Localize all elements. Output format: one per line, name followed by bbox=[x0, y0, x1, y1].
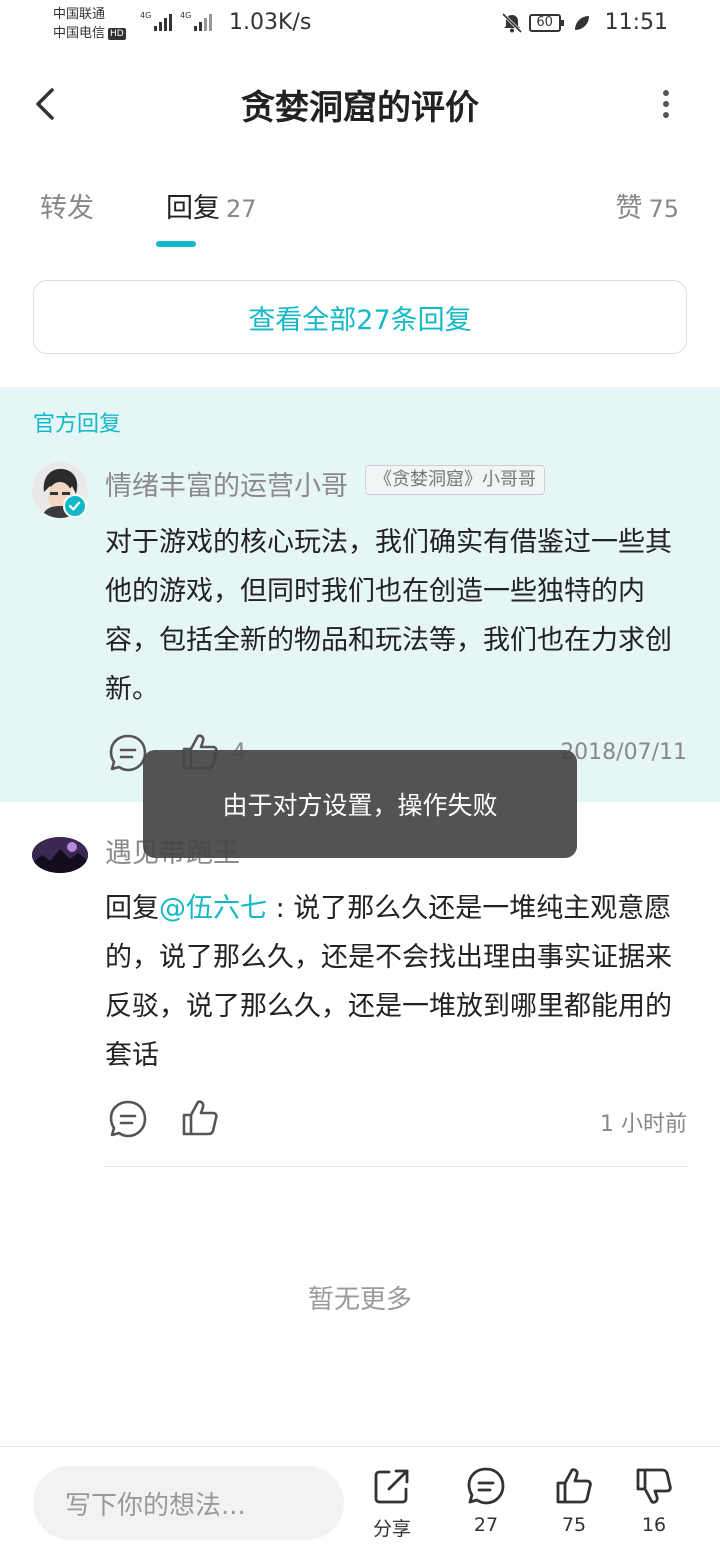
thumbs-down-icon bbox=[636, 1468, 672, 1504]
clock: 11:51 bbox=[604, 10, 668, 35]
reply-content: 回复@伍六七 : 说了那么久还是一堆纯主观意愿的，说了那么久，还是不会找出理由事… bbox=[105, 884, 685, 1080]
role-tag: 《贪婪洞窟》小哥哥 bbox=[365, 465, 545, 495]
share-button[interactable]: 分享 bbox=[357, 1466, 427, 1541]
tab-likes-count: 75 bbox=[648, 195, 679, 223]
dislike-count: 16 bbox=[641, 1514, 667, 1536]
reply-content: 对于游戏的核心玩法，我们确实有借鉴过一些其他的游戏，但同时我们也在创造一些独特的… bbox=[105, 527, 672, 705]
leaf-icon bbox=[574, 15, 589, 30]
tab-reply-label: 回复 bbox=[166, 193, 220, 224]
thumbs-up-icon[interactable] bbox=[180, 1098, 220, 1138]
verified-icon bbox=[63, 494, 87, 518]
reply-date: 2018/07/11 bbox=[560, 740, 687, 765]
comment-button[interactable]: 27 bbox=[451, 1466, 521, 1536]
no-more-label: 暂无更多 bbox=[307, 1285, 412, 1315]
tab-reply-count: 27 bbox=[226, 195, 257, 223]
toast-message: 由于对方设置，操作失败 bbox=[143, 750, 577, 858]
mention-link[interactable]: @伍六七 bbox=[159, 893, 267, 924]
carrier-info: 中国联通 中国电信 HD bbox=[53, 5, 126, 43]
reply-time: 1 小时前 bbox=[600, 1112, 687, 1137]
share-icon bbox=[374, 1469, 409, 1504]
thumbs-up-icon bbox=[556, 1468, 592, 1504]
dislike-button[interactable]: 16 bbox=[619, 1466, 689, 1536]
tab-forward-label: 转发 bbox=[40, 193, 94, 224]
bell-muted-icon bbox=[501, 12, 522, 33]
network-speed: 1.03K/s bbox=[229, 10, 312, 35]
like-button[interactable]: 75 bbox=[539, 1466, 609, 1536]
tab-reply[interactable]: 回复 27 bbox=[166, 186, 257, 225]
svg-text:4G: 4G bbox=[140, 11, 151, 20]
username[interactable]: 情绪丰富的运营小哥 bbox=[105, 464, 348, 503]
tab-likes-label: 赞 bbox=[615, 193, 643, 224]
hd-badge: HD bbox=[108, 28, 126, 40]
active-tab-indicator bbox=[156, 241, 196, 247]
reply-prefix: 回复 bbox=[105, 893, 159, 924]
tab-forward[interactable]: 转发 bbox=[40, 186, 94, 225]
signal-icon: 4G 4G bbox=[140, 11, 212, 31]
avatar[interactable] bbox=[32, 837, 88, 873]
like-count: 75 bbox=[561, 1514, 587, 1536]
share-label: 分享 bbox=[372, 1518, 411, 1540]
tab-likes[interactable]: 赞 75 bbox=[615, 186, 679, 225]
comment-icon bbox=[467, 1467, 505, 1505]
status-icons: 60 11:51 bbox=[501, 10, 668, 35]
svg-text:4G: 4G bbox=[180, 11, 191, 20]
divider bbox=[105, 1166, 688, 1167]
view-all-replies-button[interactable]: 查看全部27条回复 bbox=[33, 280, 687, 354]
official-reply-label: 官方回复 bbox=[33, 412, 122, 437]
comment-input[interactable]: 写下你的想法... bbox=[33, 1466, 344, 1540]
carrier-2: 中国电信 bbox=[53, 26, 106, 41]
page-title: 贪婪洞窟的评价 bbox=[241, 88, 479, 128]
comment-count: 27 bbox=[473, 1514, 499, 1536]
battery-icon: 60 bbox=[528, 13, 564, 32]
comment-icon[interactable] bbox=[108, 1099, 148, 1139]
comment-icon[interactable] bbox=[108, 733, 148, 773]
more-options-icon[interactable] bbox=[650, 84, 682, 124]
carrier-1: 中国联通 bbox=[53, 7, 106, 22]
